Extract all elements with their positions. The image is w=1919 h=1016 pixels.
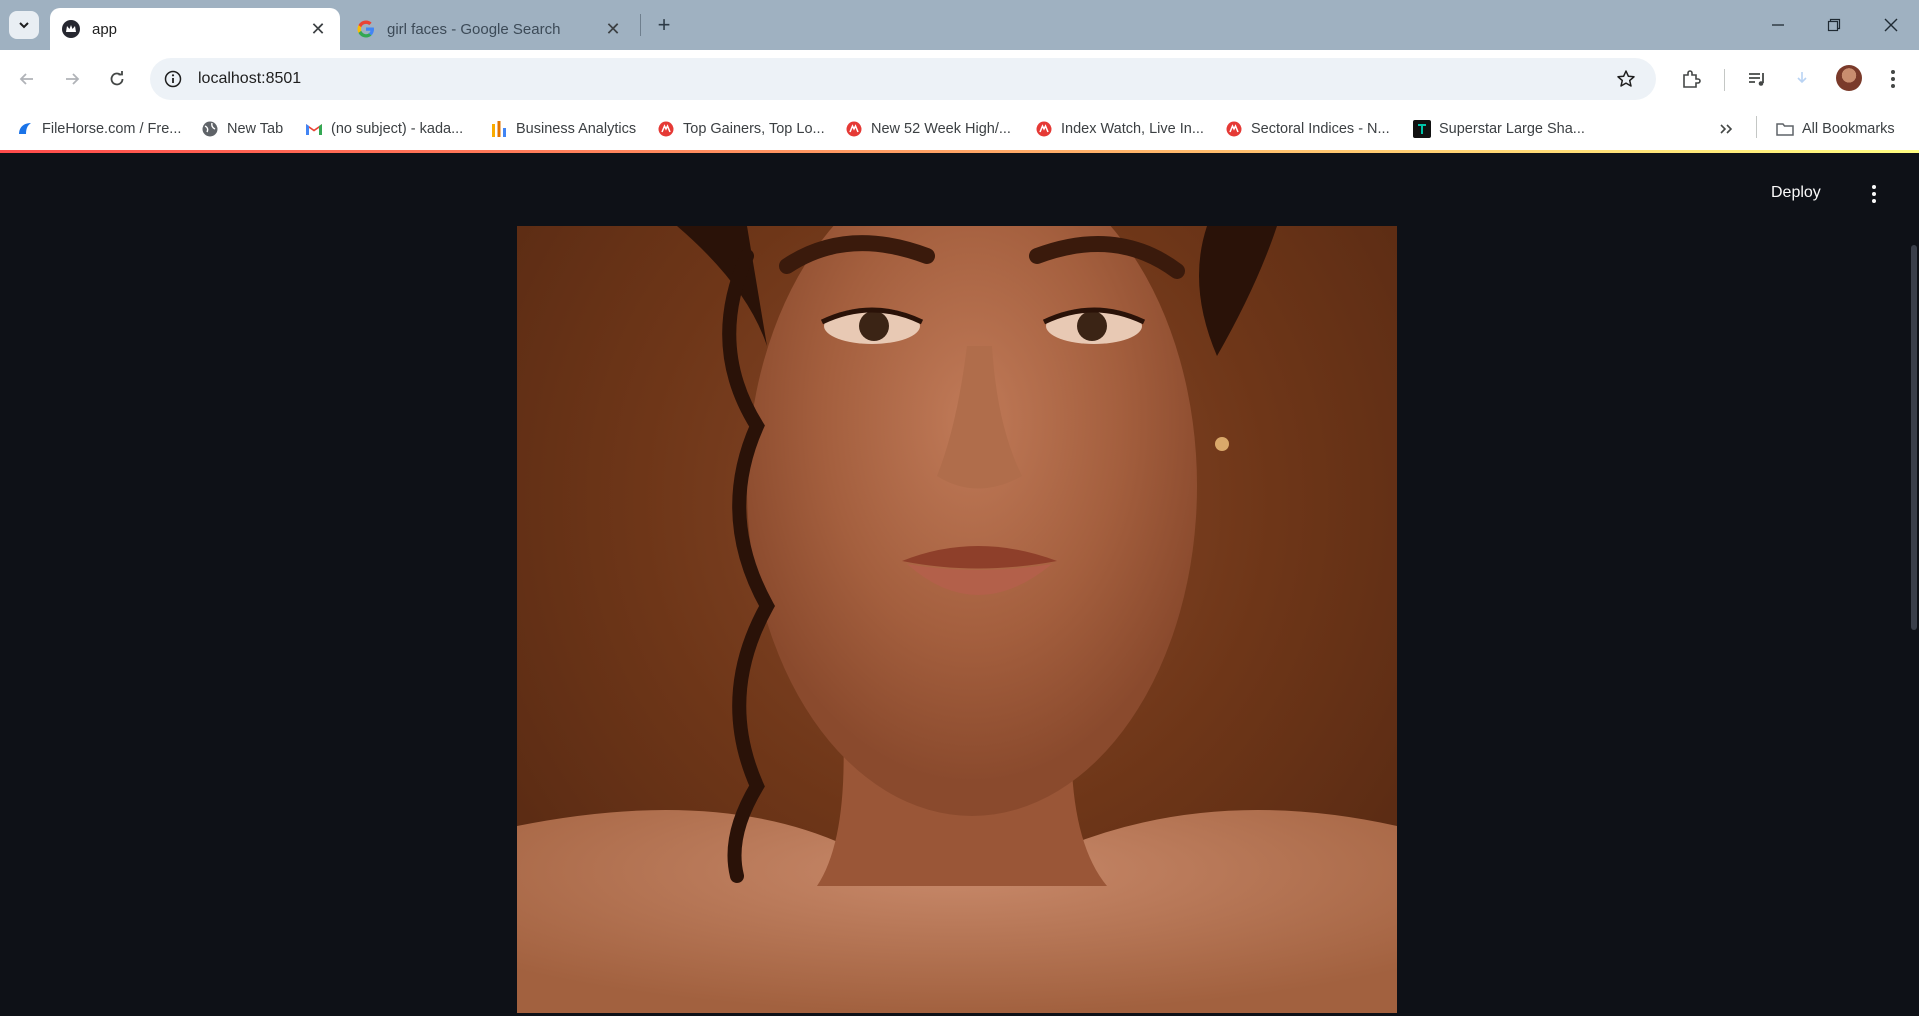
close-icon (1884, 18, 1898, 32)
browser-toolbar: localhost:8501 (0, 50, 1919, 108)
url-text[interactable]: localhost:8501 (198, 70, 301, 88)
google-icon (357, 20, 375, 38)
minimize-icon (1772, 24, 1784, 26)
all-bookmarks-label: All Bookmarks (1802, 121, 1895, 137)
download-icon[interactable] (1787, 64, 1817, 94)
tab-title: girl faces - Google Search (387, 20, 561, 38)
close-tab-icon[interactable]: ✕ (306, 17, 330, 41)
bookmark-label: Index Watch, Live In... (1061, 121, 1204, 137)
toolbar-separator (1724, 69, 1725, 91)
all-bookmarks-button[interactable]: All Bookmarks (1776, 118, 1895, 140)
restore-icon (1827, 18, 1841, 32)
moneycontrol-icon (1035, 120, 1053, 138)
trendlyne-icon (1413, 120, 1431, 138)
chrome-menu-icon[interactable] (1878, 64, 1908, 94)
deploy-button[interactable]: Deploy (1771, 184, 1821, 202)
site-info-icon[interactable] (160, 66, 186, 92)
reload-button[interactable] (102, 64, 132, 94)
media-control-icon[interactable] (1742, 64, 1772, 94)
bookmark-item[interactable]: Index Watch, Live In... (1035, 118, 1204, 140)
arrow-left-icon (19, 73, 33, 85)
address-bar[interactable]: localhost:8501 (150, 58, 1656, 100)
folder-icon (1776, 120, 1794, 138)
bookmark-item[interactable]: New 52 Week High/... (845, 118, 1011, 140)
bookmark-item[interactable]: Top Gainers, Top Lo... (657, 118, 825, 140)
profile-avatar[interactable] (1836, 65, 1862, 91)
filehorse-icon (16, 120, 34, 138)
bookmark-label: New Tab (227, 121, 284, 137)
more-bookmarks-button[interactable] (1718, 118, 1734, 140)
bookmark-label: Superstar Large Sha... (1439, 121, 1585, 137)
close-tab-icon[interactable]: ✕ (601, 17, 625, 41)
chevron-down-icon (19, 22, 29, 29)
bookmark-label: Business Analytics (516, 121, 637, 137)
page-scrollbar[interactable] (1911, 245, 1917, 630)
moneycontrol-icon (845, 120, 863, 138)
tab-separator (640, 14, 641, 36)
double-chevron-right-icon (1720, 124, 1733, 134)
reload-icon (110, 71, 124, 86)
bookmarks-bar: FileHorse.com / Fre... New Tab (no subje… (0, 108, 1919, 150)
tab-search-button[interactable] (9, 11, 39, 39)
bookmark-item[interactable]: New Tab (201, 118, 283, 140)
bookmark-item[interactable]: Sectoral Indices - N... (1225, 118, 1390, 140)
moneycontrol-icon (657, 120, 675, 138)
bookmark-label: New 52 Week High/... (871, 121, 1011, 137)
moneycontrol-icon (1225, 120, 1243, 138)
header-decoration (0, 150, 1919, 153)
gmail-icon (305, 120, 323, 138)
portrait-drawing (517, 226, 1397, 1013)
bookmark-item[interactable]: Business Analytics (490, 118, 636, 140)
tab-title: app (92, 20, 118, 38)
tab-google-search[interactable]: girl faces - Google Search ✕ (345, 8, 635, 50)
bookmark-item[interactable]: Superstar Large Sha... (1413, 118, 1585, 140)
streamlit-app: Deploy (0, 150, 1919, 1016)
bookmark-label: FileHorse.com / Fre... (42, 121, 182, 137)
bookmarks-separator (1756, 116, 1757, 138)
tab-strip: app ✕ girl faces - Google Search ✕ + (0, 0, 1919, 50)
restore-button[interactable] (1806, 0, 1862, 50)
bookmark-item[interactable]: (no subject) - kada... (305, 118, 463, 140)
bookmark-item[interactable]: FileHorse.com / Fre... (16, 118, 181, 140)
streamlit-crown-icon (62, 20, 80, 38)
globe-icon (201, 120, 219, 138)
new-tab-button[interactable]: + (650, 11, 678, 39)
close-window-button[interactable] (1863, 0, 1919, 50)
bookmark-label: Top Gainers, Top Lo... (683, 121, 825, 137)
forward-button[interactable] (57, 64, 87, 94)
tab-app[interactable]: app ✕ (50, 8, 340, 50)
extensions-icon[interactable] (1676, 64, 1706, 94)
bookmark-star-icon[interactable] (1614, 67, 1638, 91)
bookmark-label: Sectoral Indices - N... (1251, 121, 1390, 137)
bookmark-label: (no subject) - kada... (331, 121, 464, 137)
analytics-icon (490, 120, 508, 138)
main-menu-icon[interactable] (1862, 182, 1886, 206)
minimize-button[interactable] (1750, 0, 1806, 50)
back-button[interactable] (12, 64, 42, 94)
arrow-right-icon (66, 73, 80, 85)
displayed-image (517, 226, 1397, 1013)
